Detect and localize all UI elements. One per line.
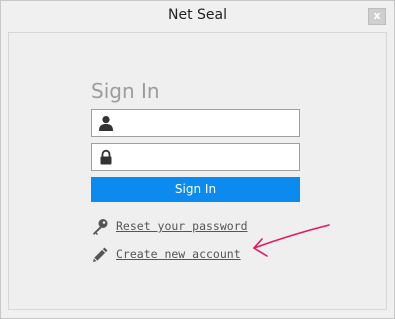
content-panel <box>8 32 387 310</box>
lock-icon <box>100 149 112 165</box>
pencil-icon <box>93 247 108 262</box>
reset-password-link[interactable]: Reset your password <box>116 219 248 233</box>
window-title: Net Seal <box>168 7 227 23</box>
sign-in-heading: Sign In <box>91 79 160 103</box>
sign-in-button[interactable]: Sign In <box>91 177 300 202</box>
title-bar[interactable]: Net Seal x <box>1 1 394 31</box>
username-input[interactable] <box>118 112 298 134</box>
close-button[interactable]: x <box>368 8 386 25</box>
password-field[interactable] <box>91 143 300 171</box>
key-icon <box>93 219 108 235</box>
create-account-link[interactable]: Create new account <box>116 247 241 261</box>
annotation-arrow-icon <box>253 224 330 257</box>
user-icon <box>99 116 113 131</box>
password-input[interactable] <box>118 146 298 168</box>
username-field[interactable] <box>91 109 300 137</box>
